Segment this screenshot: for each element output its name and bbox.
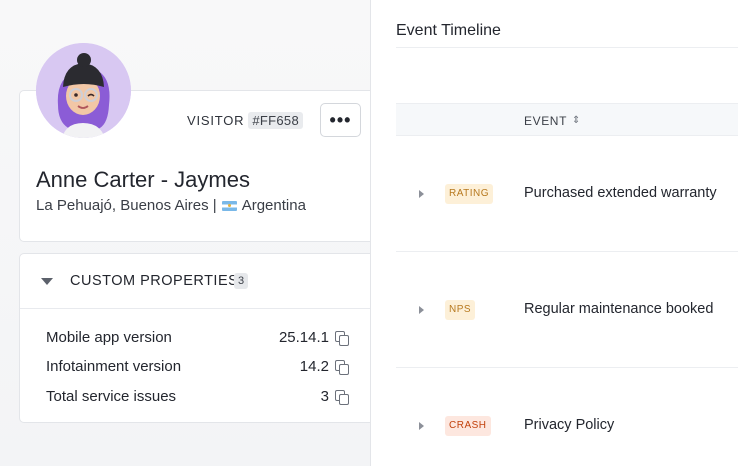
property-label: Mobile app version [46, 328, 172, 346]
table-row[interactable]: NPS Regular maintenance booked [396, 252, 738, 368]
avatar [36, 43, 131, 138]
event-tag: NPS [445, 300, 476, 320]
custom-properties-card: CUSTOM PROPERTIES 3 Mobile app version 2… [19, 253, 379, 423]
visitor-label: VISITOR [187, 112, 245, 128]
timeline-title: Event Timeline [396, 22, 501, 39]
visitor-location: La Pehuajó, Buenos Aires | Argentina [36, 197, 306, 214]
event-text: Purchased extended warranty [524, 185, 717, 201]
caret-down-icon[interactable] [41, 278, 53, 285]
property-value: 14.2 [299, 357, 329, 375]
property-value: 3 [320, 387, 329, 405]
visitor-name: Anne Carter - Jaymes [36, 167, 250, 192]
argentina-flag-icon [221, 200, 237, 211]
event-tag: CRASH [445, 416, 491, 436]
visitor-id-row: VISITOR #FF658 [187, 111, 303, 129]
custom-properties-count: 3 [234, 273, 249, 289]
table-row[interactable]: RATING Purchased extended warranty [396, 136, 738, 252]
custom-properties-title: CUSTOM PROPERTIES [70, 273, 239, 289]
column-header-event[interactable]: EVENT ⇕ [524, 114, 581, 128]
location-country: Argentina [241, 197, 306, 214]
property-row: Mobile app version 25.14.1 [46, 327, 349, 347]
custom-properties-header[interactable]: CUSTOM PROPERTIES 3 [20, 254, 378, 309]
copy-icon[interactable] [335, 389, 349, 405]
copy-icon[interactable] [335, 330, 349, 346]
event-text: Regular maintenance booked [524, 301, 714, 317]
property-value: 25.14.1 [278, 328, 329, 346]
more-icon: ••• [329, 109, 352, 130]
column-header-label: EVENT [524, 114, 568, 128]
table-row[interactable]: CRASH Privacy Policy [396, 368, 738, 466]
expand-row-icon[interactable] [419, 422, 424, 430]
divider [396, 47, 738, 48]
property-label: Infotainment version [46, 357, 182, 375]
expand-row-icon[interactable] [419, 190, 424, 198]
event-text: Privacy Policy [524, 417, 615, 433]
property-label: Total service issues [46, 387, 177, 405]
timeline-table-header: EVENT ⇕ [396, 103, 738, 136]
property-row: Total service issues 3 [46, 386, 349, 406]
visitor-id-badge: #FF658 [248, 111, 303, 129]
memoji-avatar-icon [36, 43, 131, 138]
more-options-button[interactable]: ••• [320, 103, 361, 137]
sort-icon[interactable]: ⇕ [572, 116, 581, 126]
property-row: Infotainment version 14.2 [46, 356, 349, 376]
expand-row-icon[interactable] [419, 306, 424, 314]
location-city: La Pehuajó, Buenos Aires | [36, 197, 217, 214]
event-tag: RATING [445, 184, 494, 204]
copy-icon[interactable] [335, 359, 349, 375]
event-timeline-panel: Event Timeline EVENT ⇕ RATING Purchased … [370, 0, 738, 466]
